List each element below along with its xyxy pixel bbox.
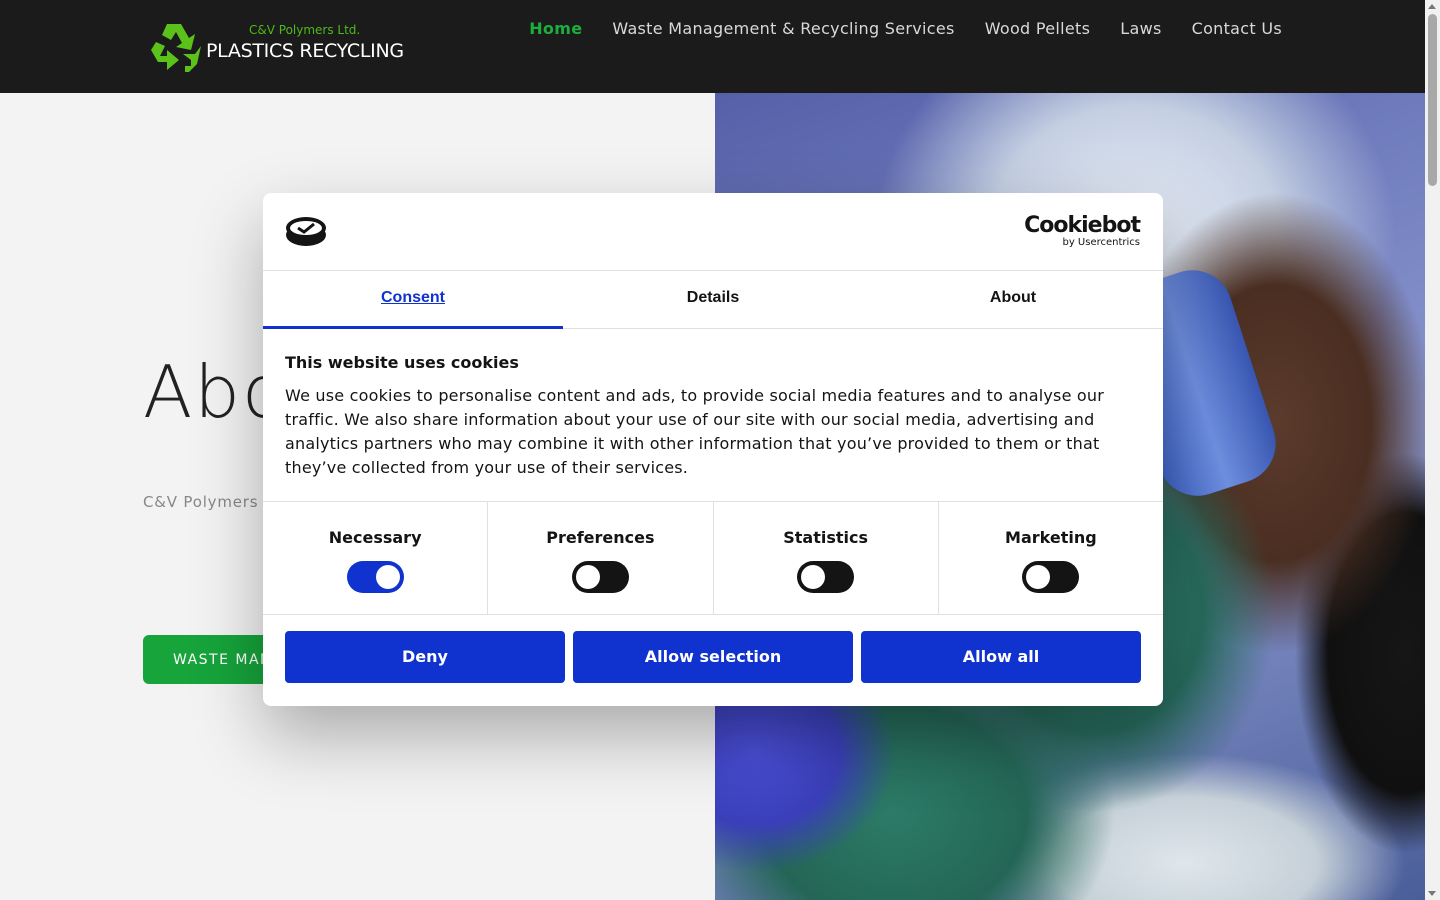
category-label: Preferences [546,528,655,547]
logo-title: PLASTICS RECYCLING [206,40,404,62]
dialog-text: We use cookies to personalise content an… [285,386,1105,477]
tab-consent[interactable]: Consent [263,271,563,329]
category-marketing: Marketing [939,502,1163,614]
scroll-thumb[interactable] [1428,14,1437,186]
nav-contact-us[interactable]: Contact Us [1192,19,1282,38]
toggle-knob [575,565,600,589]
nav-laws[interactable]: Laws [1120,19,1161,38]
cookiebot-by: by Usercentrics [1062,237,1140,248]
allow-all-button[interactable]: Allow all [861,631,1141,683]
dialog-title: This website uses cookies [285,353,519,372]
dialog-header: Cookiebot by Usercentrics [263,193,1163,271]
cookiebot-brand[interactable]: Cookiebot by Usercentrics [1024,213,1141,249]
category-preferences: Preferences [488,502,714,614]
site-header: C&V Polymers Ltd. PLASTICS RECYCLING Hom… [0,0,1425,93]
tab-about[interactable]: About [863,271,1163,328]
nav-wood-pellets[interactable]: Wood Pellets [985,19,1091,38]
cookiebot-name: Cookiebot [1024,213,1141,238]
allow-selection-button[interactable]: Allow selection [573,631,853,683]
toggle-knob [375,565,400,589]
necessary-toggle[interactable] [346,561,404,593]
category-statistics: Statistics [714,502,939,614]
logo-company-name: C&V Polymers Ltd. [249,23,361,37]
category-label: Marketing [1005,528,1097,547]
recycle-icon [151,24,201,72]
toggle-knob [1026,565,1051,589]
scroll-up-arrow-icon[interactable] [1428,4,1436,9]
main-nav: Home Waste Management & Recycling Servic… [529,19,1282,38]
dialog-buttons: Deny Allow selection Allow all [285,631,1141,683]
nav-waste-management[interactable]: Waste Management & Recycling Services [612,19,954,38]
statistics-toggle[interactable] [797,561,855,593]
deny-button[interactable]: Deny [285,631,565,683]
marketing-toggle[interactable] [1022,561,1080,593]
tab-details[interactable]: Details [563,271,863,328]
preferences-toggle[interactable] [571,561,629,593]
category-necessary: Necessary [263,502,489,614]
site-logo[interactable]: C&V Polymers Ltd. PLASTICS RECYCLING [145,20,405,75]
scroll-down-arrow-icon[interactable] [1428,891,1436,896]
cookie-logo-icon [286,217,326,246]
category-label: Necessary [328,528,422,547]
cookie-consent-dialog: Cookiebot by Usercentrics Consent Detail… [263,193,1163,706]
nav-home[interactable]: Home [529,19,582,38]
toggle-knob [801,565,826,589]
dialog-tabs: Consent Details About [263,271,1163,329]
cookie-categories: Necessary Preferences Statistics Marketi… [263,501,1163,615]
page-scrollbar[interactable] [1425,0,1440,900]
category-label: Statistics [783,528,868,547]
dialog-body: This website uses cookies We use cookies… [285,353,1115,480]
